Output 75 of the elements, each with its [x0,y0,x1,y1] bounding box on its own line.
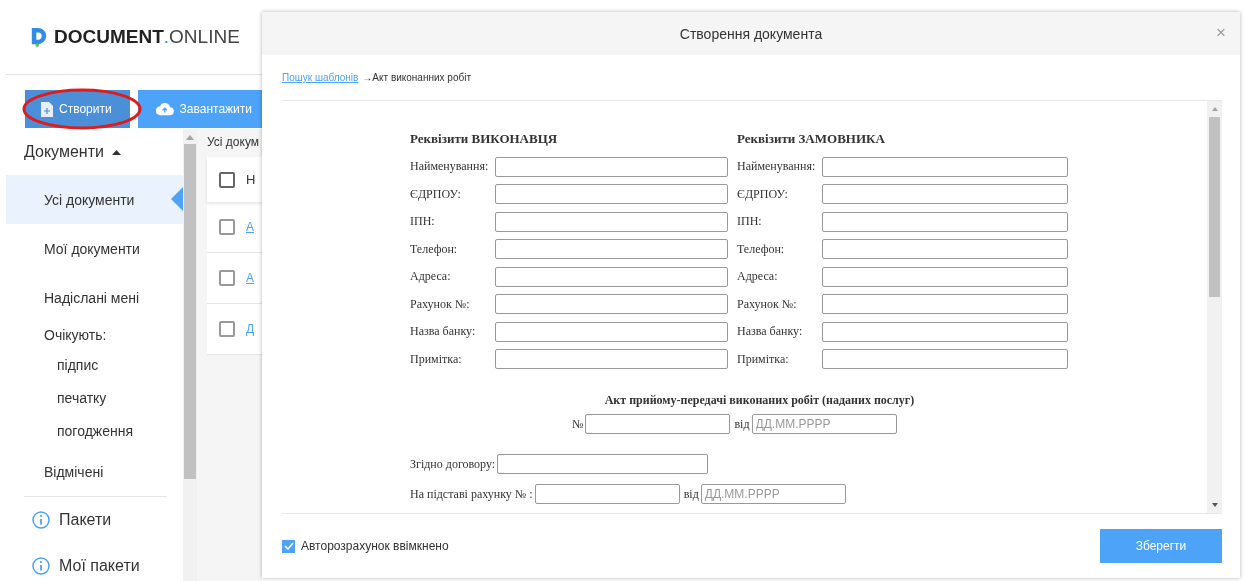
checkbox[interactable] [219,219,235,235]
input-field[interactable] [497,454,709,474]
input-field[interactable] [495,156,728,177]
checkbox[interactable] [219,171,235,188]
field-label: Рахунок №: [410,296,471,312]
input-field[interactable] [495,211,728,232]
group-label: Очікують: [43,326,108,345]
act-title: Акт прийому-передачі виконаних робіт (наданих послуг) [603,393,916,409]
field-label: На підставі рахунку № : [410,486,533,502]
sidebar-item[interactable]: Усі документи [6,175,183,224]
sidebar-item[interactable]: Пакети [6,497,183,543]
field-label: Назва банку: [737,324,804,340]
input-field[interactable] [822,349,1068,370]
field-label: № [572,416,584,432]
field-label: Примітка: [737,351,790,367]
sidebar-item[interactable]: Відмічені [6,447,183,496]
field-label: від [683,486,699,502]
field-label: Телефон: [410,241,459,257]
breadcrumb-current: →Акт виконанних робіт [362,72,471,83]
field-label: ІПН: [737,214,763,230]
field-label: Найменування: [410,159,490,175]
date-field[interactable]: ДД.ММ.РРРР [700,484,846,504]
sidebar-item[interactable]: Мої документи [6,224,183,273]
modal-title: Створення документа [679,25,823,42]
field-label: Назва банку: [410,324,477,340]
input-field[interactable] [822,211,1068,232]
cloud-upload-icon [156,102,174,116]
input-field[interactable] [822,294,1068,315]
input-field[interactable] [822,239,1068,260]
input-field[interactable] [495,239,728,260]
sidebar-item[interactable]: підпис [6,348,183,381]
caret-icon [111,149,121,155]
checkbox[interactable] [219,321,235,337]
field-label: від [734,416,750,432]
input-field[interactable] [495,266,728,287]
section-header[interactable]: Документи [6,129,183,175]
column-header: Н [246,172,256,187]
field-label: Найменування: [737,159,817,175]
field-label: Телефон: [737,241,786,257]
logo-icon [30,27,48,47]
input-field[interactable] [822,321,1068,342]
checkbox-label: Авторозрахунок ввімкнено [301,539,449,553]
date-field[interactable]: ДД.ММ.РРРР [751,414,897,434]
checkbox[interactable] [282,539,295,553]
input-field[interactable] [822,184,1068,205]
checkbox[interactable] [219,270,235,286]
sidebar-item[interactable]: печатку [6,381,183,414]
field-label: Примітка: [410,351,463,367]
field-label: Рахунок №: [737,296,798,312]
sidebar-item[interactable]: погодження [6,414,183,447]
input-field[interactable] [822,156,1068,177]
scrollbar[interactable] [1207,101,1222,513]
input-field[interactable] [534,484,680,504]
field-label: ІПН: [410,214,436,230]
input-field[interactable] [495,184,728,205]
field-label: ЄДРПОУ: [410,186,462,202]
input-field[interactable] [822,266,1068,287]
sidebar-item[interactable]: Надіслані мені [6,273,183,322]
input-field[interactable] [495,294,728,315]
section-heading: Реквізити ЗАМОВНИКА [737,131,886,148]
sidebar-item[interactable]: Мої пакети [6,543,183,581]
field-label: Адреса: [737,269,779,285]
field-label: Згідно договору: [410,456,496,472]
document-icon [41,101,53,117]
section-heading: Реквізити ВИКОНАВЦЯ [410,131,559,148]
info-icon [32,511,50,529]
field-label: Адреса: [410,269,452,285]
info-icon [32,557,50,575]
input-field[interactable] [495,349,728,370]
input-field[interactable] [495,321,728,342]
scrollbar[interactable] [183,129,197,581]
field-label: ЄДРПОУ: [737,186,789,202]
input-field[interactable] [585,414,731,434]
logo-text: DOCUMENT.ONLINE [54,26,240,48]
table-title: Усі докум [207,135,260,151]
